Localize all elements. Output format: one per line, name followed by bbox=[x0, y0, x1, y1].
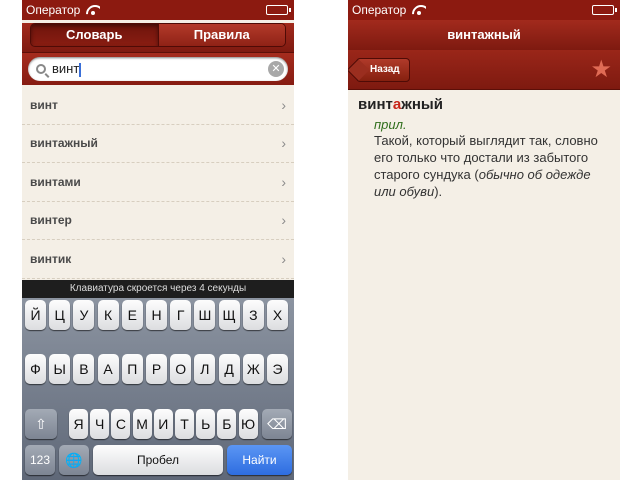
key[interactable]: И bbox=[153, 409, 173, 439]
chevron-right-icon: › bbox=[281, 250, 286, 267]
segmented-control: Словарь Правила bbox=[30, 23, 286, 47]
key[interactable]: Н bbox=[146, 300, 167, 330]
back-button-label: Назад bbox=[370, 64, 400, 75]
detail-toolbar: Назад ★ bbox=[348, 50, 620, 90]
key[interactable]: Ц bbox=[49, 300, 71, 330]
chevron-right-icon: › bbox=[281, 173, 286, 190]
key[interactable]: Ж bbox=[242, 354, 264, 384]
key[interactable]: Х bbox=[267, 300, 288, 330]
key[interactable]: М bbox=[132, 409, 152, 439]
list-item-label: винт bbox=[30, 97, 58, 112]
key[interactable]: Ы bbox=[49, 354, 71, 384]
wifi-icon bbox=[412, 5, 426, 15]
key[interactable]: Е bbox=[121, 300, 143, 330]
globe-icon[interactable]: 🌐 bbox=[59, 445, 89, 475]
dictionary-search-screen: Оператор Словарь Правила винт ✕ винт › ви… bbox=[22, 0, 294, 480]
back-button[interactable]: Назад bbox=[356, 58, 410, 82]
shift-key[interactable]: ⇧ bbox=[25, 409, 57, 439]
wifi-icon bbox=[86, 5, 100, 15]
page-title: винтажный bbox=[348, 20, 620, 50]
word-detail-screen: Оператор винтажный Назад ★ винтажный при… bbox=[348, 0, 620, 480]
tab-rules[interactable]: Правила bbox=[157, 24, 285, 46]
chevron-right-icon: › bbox=[281, 96, 286, 113]
key[interactable]: У bbox=[73, 300, 95, 330]
key[interactable]: Т bbox=[175, 409, 194, 439]
key[interactable]: Ь bbox=[196, 409, 216, 439]
onscreen-keyboard: ⇧ ⌫ 123 🌐 Пробел Найти ЙЦУКЕНГШЩЗХ ФЫВАПР… bbox=[22, 298, 294, 480]
list-item-label: винтажный bbox=[30, 136, 98, 151]
text-caret bbox=[79, 62, 82, 77]
list-item[interactable]: винт › bbox=[22, 86, 294, 125]
key[interactable]: Ш bbox=[194, 300, 216, 330]
key[interactable]: Д bbox=[218, 354, 240, 384]
search-input[interactable]: винт ✕ bbox=[28, 57, 288, 81]
clear-search-button[interactable]: ✕ bbox=[268, 61, 284, 77]
key[interactable]: Р bbox=[146, 354, 167, 384]
list-item[interactable]: винтами › bbox=[22, 163, 294, 202]
definition: Такой, который выглядит так, словно его … bbox=[374, 132, 610, 200]
results-list: винт › винтажный › винтами › винтер › винтик… bbox=[22, 86, 294, 279]
definition-end: ). bbox=[434, 184, 443, 199]
space-key[interactable]: Пробел bbox=[93, 445, 223, 475]
segmented-navbar: Словарь Правила bbox=[22, 23, 294, 53]
key[interactable]: Г bbox=[170, 300, 192, 330]
search-submit-key[interactable]: Найти bbox=[227, 445, 292, 475]
headword-part: жный bbox=[401, 96, 443, 113]
battery-icon bbox=[592, 5, 617, 15]
search-input-value: винт bbox=[52, 61, 80, 77]
headword-part: винт bbox=[358, 96, 393, 113]
key[interactable]: З bbox=[242, 300, 264, 330]
keyboard-hide-notice: Клавиатура скроется через 4 секунды bbox=[22, 280, 294, 298]
chevron-right-icon: › bbox=[281, 135, 286, 152]
backspace-key[interactable]: ⌫ bbox=[262, 409, 292, 439]
list-item-label: винтами bbox=[30, 174, 81, 189]
key[interactable]: Б bbox=[217, 409, 237, 439]
stressed-vowel: а bbox=[392, 96, 402, 113]
key[interactable]: Ф bbox=[25, 354, 46, 384]
part-of-speech: прил. bbox=[374, 117, 407, 132]
carrier-label: Оператор bbox=[26, 3, 81, 17]
key[interactable]: С bbox=[111, 409, 131, 439]
search-icon bbox=[36, 64, 46, 74]
star-icon[interactable]: ★ bbox=[590, 56, 612, 84]
chevron-right-icon: › bbox=[281, 212, 286, 229]
key[interactable]: Я bbox=[69, 409, 88, 439]
status-bar: Оператор bbox=[22, 0, 294, 20]
key[interactable]: П bbox=[121, 354, 143, 384]
list-item[interactable]: винтер › bbox=[22, 202, 294, 240]
list-item-label: винтер bbox=[30, 213, 72, 228]
key[interactable]: Щ bbox=[218, 300, 240, 330]
list-item[interactable]: винтажный › bbox=[22, 125, 294, 163]
carrier-label: Оператор bbox=[352, 3, 407, 17]
key[interactable]: О bbox=[170, 354, 192, 384]
list-item[interactable]: винтик › bbox=[22, 240, 294, 279]
list-item-label: винтик bbox=[30, 251, 72, 266]
key[interactable]: К bbox=[97, 300, 119, 330]
numbers-key[interactable]: 123 bbox=[25, 445, 55, 475]
battery-icon bbox=[266, 5, 291, 15]
tab-dictionary[interactable]: Словарь bbox=[31, 24, 158, 46]
key[interactable]: Ч bbox=[90, 409, 110, 439]
status-bar: Оператор bbox=[348, 0, 620, 20]
key[interactable]: Й bbox=[25, 300, 46, 330]
key[interactable]: Э bbox=[267, 354, 288, 384]
key[interactable]: Л bbox=[194, 354, 216, 384]
dictionary-entry: винтажный прил. Такой, который выглядит … bbox=[348, 90, 620, 200]
headword: винтажный bbox=[358, 96, 610, 113]
search-bar: винт ✕ bbox=[22, 53, 294, 85]
key[interactable]: А bbox=[97, 354, 119, 384]
key[interactable]: Ю bbox=[238, 409, 258, 439]
key[interactable]: В bbox=[73, 354, 95, 384]
